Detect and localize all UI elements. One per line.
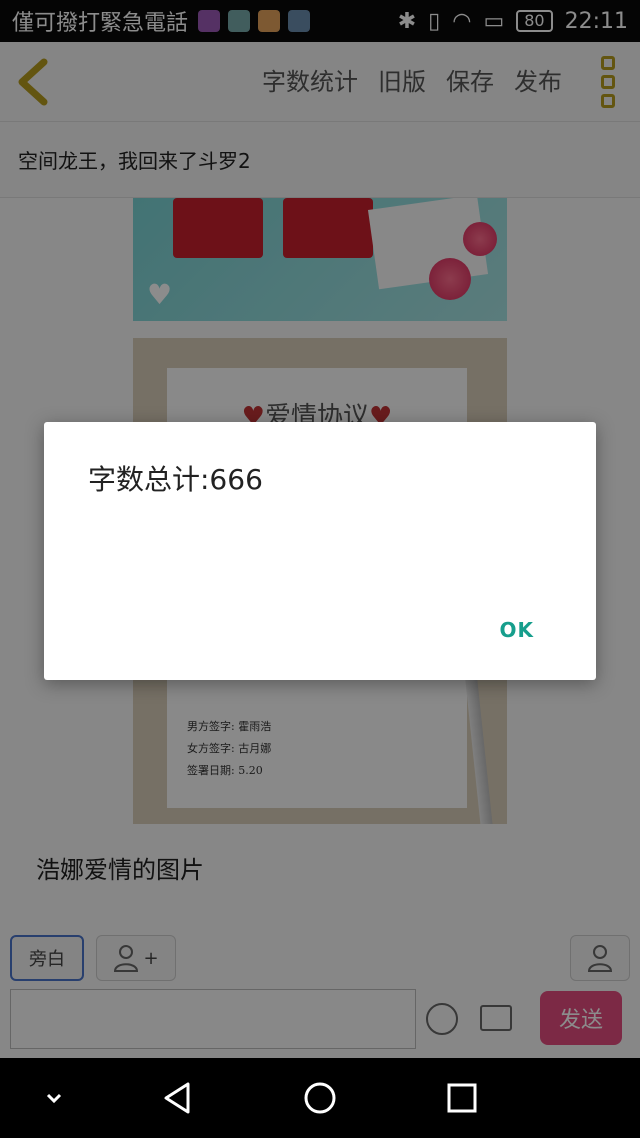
chevron-down-icon [46, 1093, 62, 1104]
ok-button[interactable]: OK [500, 618, 535, 642]
back-nav-button[interactable] [158, 1078, 198, 1118]
system-nav-bar [0, 1058, 640, 1138]
home-nav-button[interactable] [300, 1078, 340, 1118]
collapse-nav-button[interactable] [34, 1078, 74, 1118]
dialog-message: 字数总计:666 [88, 463, 263, 496]
word-count-dialog: 字数总计:666 OK [44, 422, 596, 680]
recents-nav-button[interactable] [442, 1078, 482, 1118]
square-recents-icon [447, 1083, 477, 1113]
triangle-back-icon [164, 1082, 190, 1114]
circle-home-icon [304, 1082, 336, 1114]
